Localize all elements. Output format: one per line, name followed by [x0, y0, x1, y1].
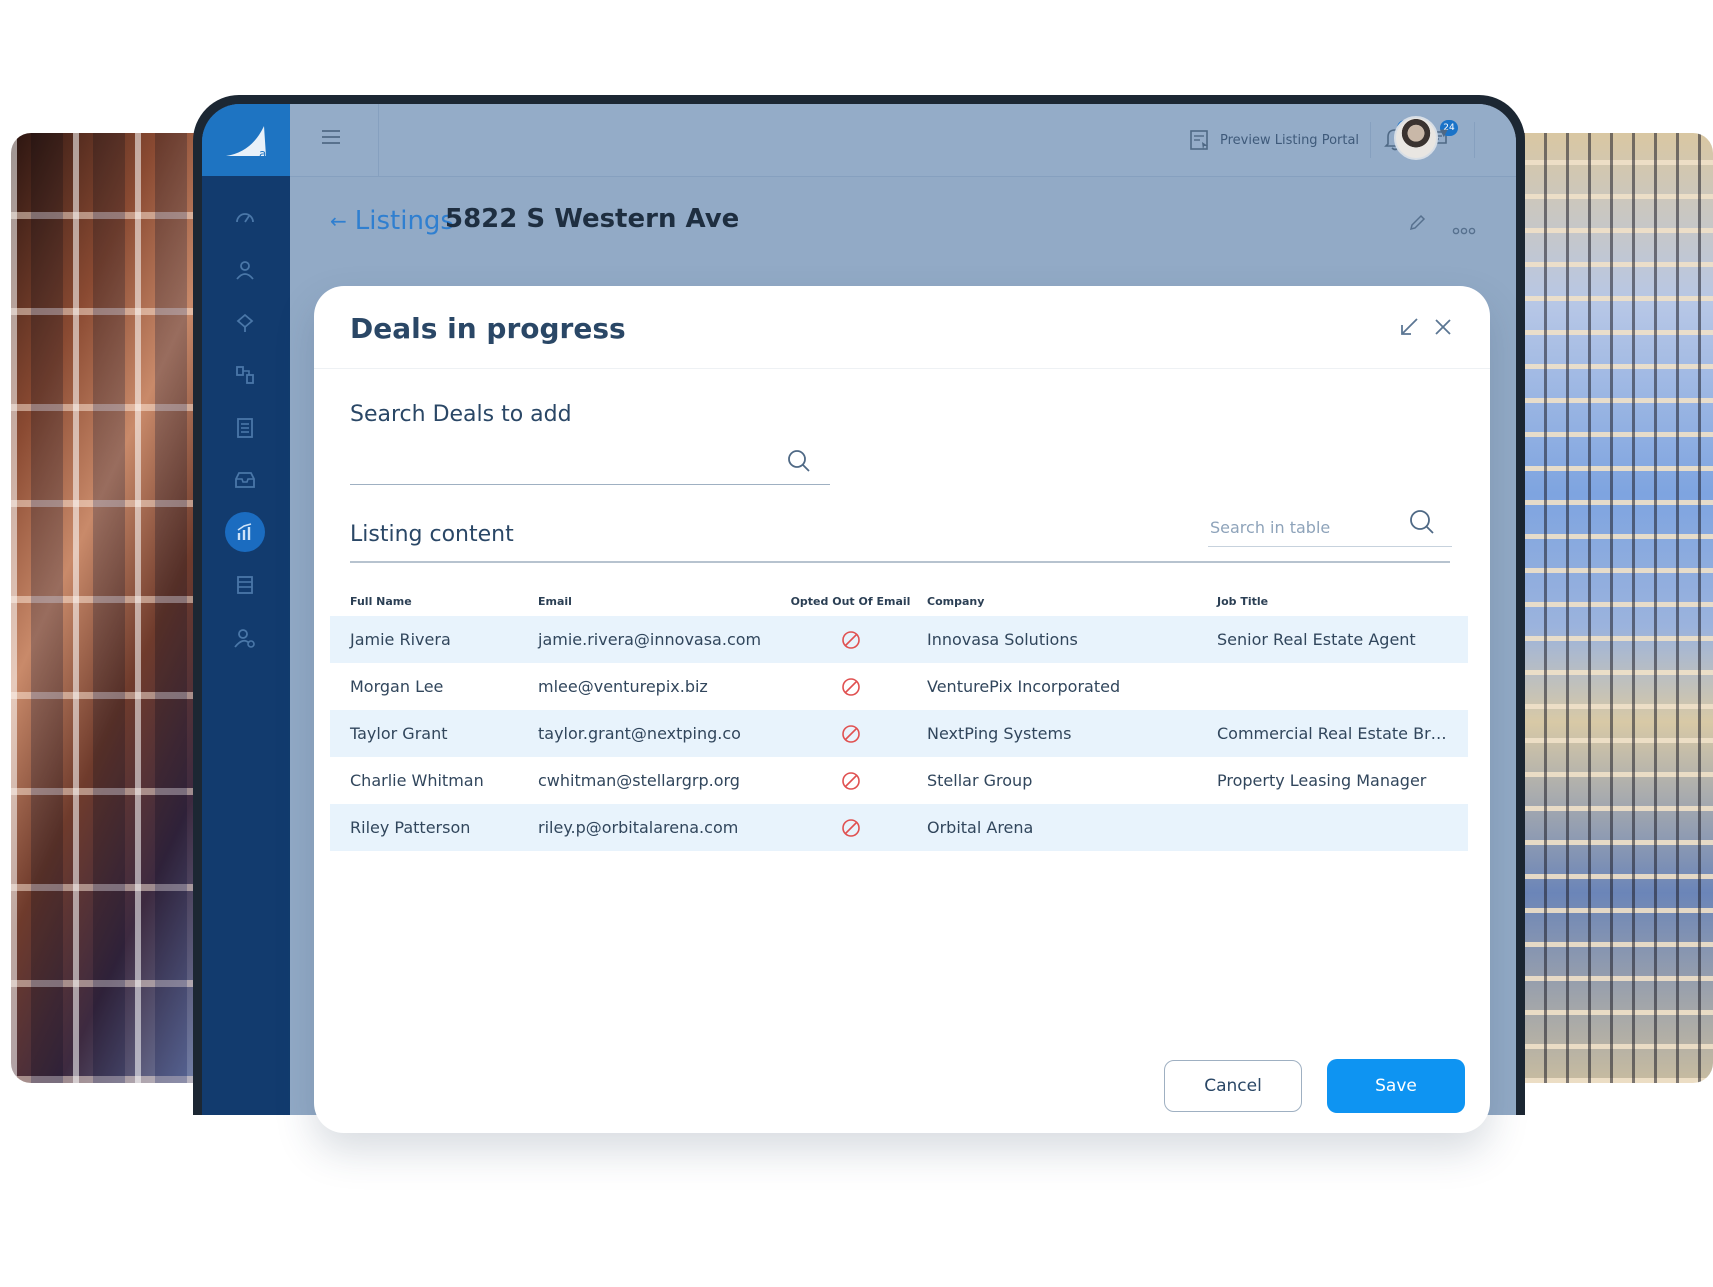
- cell-email: riley.p@orbitalarena.com: [538, 804, 780, 851]
- cell-full-name: Taylor Grant: [330, 710, 538, 757]
- cell-full-name: Morgan Lee: [350, 677, 444, 696]
- cell-job-title: [1217, 663, 1468, 710]
- cancel-button[interactable]: Cancel: [1164, 1060, 1302, 1112]
- cell-job-title: [1217, 804, 1468, 851]
- table-header-row: Full Name Email Opted Out Of Email Compa…: [330, 586, 1468, 616]
- cell-full-name: Riley Patterson: [330, 804, 538, 851]
- cell-company: Orbital Arena: [921, 804, 1217, 851]
- deals-table: Full Name Email Opted Out Of Email Compa…: [330, 586, 1468, 851]
- cell-opted-out: [780, 710, 921, 757]
- hamburger-menu-icon[interactable]: [320, 128, 346, 150]
- preview-listing-portal-link[interactable]: Preview Listing Portal: [1190, 126, 1359, 154]
- search-deals-input[interactable]: [350, 442, 830, 485]
- page-title: 5822 S Western Ave: [445, 204, 740, 234]
- back-arrow-icon: ←: [330, 209, 347, 233]
- opted-out-icon: [841, 630, 861, 650]
- table-row[interactable]: Charlie Whitman cwhitman@stellargrp.org …: [330, 757, 1468, 804]
- cell-opted-out: [780, 663, 921, 710]
- documents-icon[interactable]: [232, 415, 258, 441]
- column-header-company[interactable]: Company: [921, 586, 1217, 616]
- column-header-email[interactable]: Email: [538, 586, 780, 616]
- table-search-icon[interactable]: [1408, 508, 1436, 540]
- cell-company: Stellar Group: [927, 771, 1033, 790]
- user-avatar[interactable]: [1394, 116, 1438, 160]
- cell-company: Innovasa Solutions: [921, 616, 1217, 663]
- cell-full-name: Jamie Rivera: [330, 616, 538, 663]
- cell-full-name: Charlie Whitman: [350, 771, 484, 790]
- search-icon[interactable]: [786, 448, 812, 478]
- topbar-separator: [1474, 122, 1475, 158]
- cell-company: VenturePix Incorporated: [927, 677, 1121, 696]
- section-divider: [350, 561, 1450, 563]
- close-icon[interactable]: [1432, 316, 1454, 338]
- cell-email: mlee@venturepix.biz: [538, 677, 708, 696]
- svg-text:a: a: [259, 147, 266, 161]
- app-logo[interactable]: a: [202, 104, 290, 176]
- modal-title: Deals in progress: [350, 312, 626, 345]
- opted-out-icon: [841, 724, 861, 744]
- cell-email: taylor.grant@nextping.co: [538, 710, 780, 757]
- back-link-label: Listings: [354, 206, 454, 236]
- sidebar: a: [202, 104, 290, 1115]
- transfer-icon[interactable]: [232, 362, 258, 388]
- contacts-icon[interactable]: [232, 257, 258, 283]
- topbar-divider: [378, 104, 379, 176]
- database-icon[interactable]: [232, 572, 258, 598]
- dashboard-icon[interactable]: [232, 205, 258, 231]
- analytics-icon[interactable]: [225, 512, 265, 552]
- preview-portal-icon: [1190, 130, 1208, 150]
- chevron-down-icon[interactable]: ▼: [1440, 128, 1448, 139]
- cell-email: cwhitman@stellargrp.org: [538, 771, 740, 790]
- cell-email: jamie.rivera@innovasa.com: [538, 616, 780, 663]
- cell-job-title: Property Leasing Manager: [1217, 771, 1427, 790]
- opted-out-icon: [841, 818, 861, 838]
- table-row[interactable]: Morgan Lee mlee@venturepix.biz VenturePi…: [330, 663, 1468, 710]
- cell-job-title: Commercial Real Estate Br…: [1217, 710, 1468, 757]
- properties-icon[interactable]: [232, 310, 258, 336]
- listing-content-title: Listing content: [350, 522, 514, 547]
- top-bar: Preview Listing Portal 8 24 ▼: [290, 104, 1516, 177]
- opted-out-icon: [841, 771, 861, 791]
- column-header-opted-out[interactable]: Opted Out Of Email: [780, 586, 921, 616]
- edit-pencil-icon[interactable]: [1408, 214, 1426, 236]
- cell-company: NextPing Systems: [921, 710, 1217, 757]
- cell-opted-out: [780, 616, 921, 663]
- inbox-icon[interactable]: [232, 467, 258, 493]
- preview-listing-portal-label: Preview Listing Portal: [1220, 132, 1360, 148]
- opted-out-icon: [841, 677, 861, 697]
- search-deals-label: Search Deals to add: [350, 402, 572, 427]
- column-header-full-name[interactable]: Full Name: [330, 586, 538, 616]
- save-button[interactable]: Save: [1327, 1059, 1465, 1113]
- table-row[interactable]: Taylor Grant taylor.grant@nextping.co Ne…: [330, 710, 1468, 757]
- deals-in-progress-modal: Deals in progress Search Deals to add Li…: [314, 286, 1490, 1133]
- table-row[interactable]: Riley Patterson riley.p@orbitalarena.com…: [330, 804, 1468, 851]
- building-photo-right: [1500, 133, 1713, 1083]
- back-to-listings-link[interactable]: ← Listings: [330, 206, 454, 236]
- minimize-icon[interactable]: [1398, 316, 1420, 338]
- user-settings-icon[interactable]: [232, 625, 258, 651]
- cell-opted-out: [780, 757, 921, 804]
- page-header: ← Listings 5822 S Western Ave: [290, 176, 1516, 276]
- column-header-job-title[interactable]: Job Title: [1217, 586, 1468, 616]
- table-row[interactable]: Jamie Rivera jamie.rivera@innovasa.com I…: [330, 616, 1468, 663]
- cell-job-title: Senior Real Estate Agent: [1217, 616, 1468, 663]
- cell-opted-out: [780, 804, 921, 851]
- more-options-icon[interactable]: [1452, 220, 1476, 239]
- topbar-separator: [1370, 122, 1371, 158]
- modal-header-divider: [314, 368, 1490, 369]
